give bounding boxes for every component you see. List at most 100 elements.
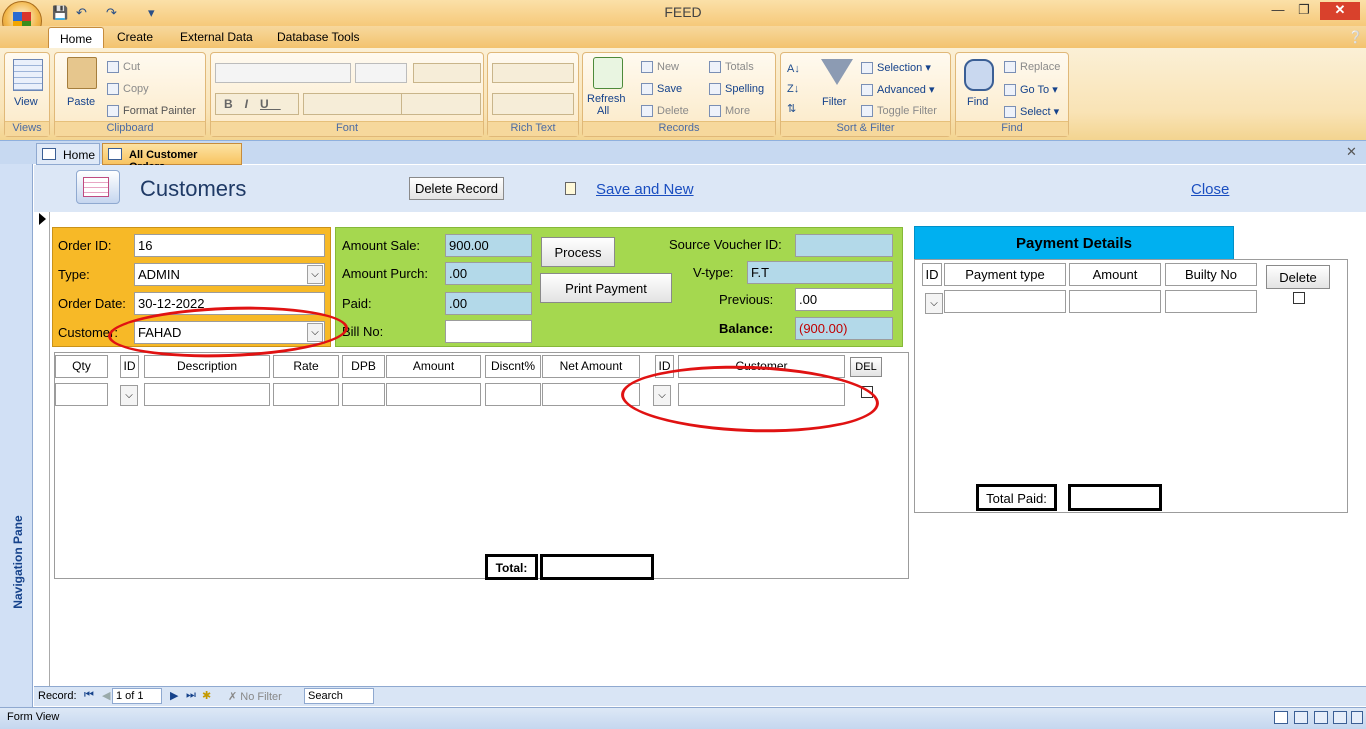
tab-create[interactable]: Create bbox=[117, 30, 153, 44]
font-name-select[interactable] bbox=[215, 63, 351, 83]
layout-view-icon[interactable] bbox=[1314, 711, 1328, 724]
total-paid-field[interactable] bbox=[1068, 484, 1162, 511]
restore-icon[interactable]: ❐ bbox=[1292, 2, 1316, 20]
payment-amount-cell[interactable] bbox=[1069, 290, 1161, 313]
source-voucher-field[interactable] bbox=[795, 234, 893, 257]
balance-field[interactable]: (900.00) bbox=[795, 317, 893, 340]
font-size-select[interactable] bbox=[355, 63, 407, 83]
more-button[interactable]: More bbox=[709, 105, 750, 118]
save-and-new-link[interactable]: Save and New bbox=[596, 181, 694, 198]
payment-details-title: Payment Details bbox=[914, 226, 1234, 260]
del-button[interactable]: DEL bbox=[850, 357, 882, 377]
close-link[interactable]: Close bbox=[1191, 181, 1229, 198]
toggle-filter-button[interactable]: Toggle Filter bbox=[861, 105, 937, 118]
spelling-button[interactable]: Spelling bbox=[709, 83, 764, 96]
replace-button[interactable]: Replace bbox=[1004, 61, 1060, 74]
format-painter-button[interactable]: Format Painter bbox=[107, 105, 196, 118]
advanced-button[interactable]: Advanced ▾ bbox=[861, 83, 935, 97]
delete-record-button[interactable]: Delete Record bbox=[409, 177, 504, 200]
amount-sale-field[interactable]: 900.00 bbox=[445, 234, 532, 257]
dpb-cell[interactable] bbox=[342, 383, 385, 406]
qty-cell[interactable] bbox=[55, 383, 108, 406]
filter-icon bbox=[821, 59, 853, 85]
paste-button[interactable]: Paste bbox=[67, 96, 95, 108]
pivot-view-icon[interactable] bbox=[1333, 711, 1347, 724]
find-button[interactable]: Find bbox=[967, 96, 988, 108]
close-tab-icon[interactable]: ✕ bbox=[1346, 144, 1357, 160]
first-record-icon[interactable]: ⏮ bbox=[84, 689, 94, 702]
amount-purch-field[interactable]: .00 bbox=[445, 262, 532, 285]
redo-icon[interactable]: ↷ bbox=[106, 5, 117, 21]
no-filter-button[interactable]: ✗ No Filter bbox=[228, 690, 282, 703]
design-view-icon[interactable] bbox=[1351, 711, 1363, 724]
doctab-all-customer-orders[interactable]: All Customer Orders bbox=[102, 143, 242, 173]
payment-delete-checkbox[interactable] bbox=[1293, 292, 1305, 304]
select-button[interactable]: Select ▾ bbox=[1004, 105, 1059, 119]
sort-icons[interactable]: A↓ Z↓ ⇅ bbox=[787, 59, 805, 119]
help-icon[interactable]: ❔ bbox=[1348, 30, 1363, 44]
tab-external-data[interactable]: External Data bbox=[180, 30, 253, 44]
vtype-field[interactable]: F.T bbox=[747, 261, 893, 284]
more-icon bbox=[709, 105, 721, 118]
payment-delete-button[interactable]: Delete bbox=[1266, 265, 1330, 289]
type-combo[interactable]: ADMIN ⌵ bbox=[134, 263, 325, 286]
bold-italic-underline-buttons[interactable]: BIU bbox=[215, 93, 299, 115]
save-record-button[interactable]: Save bbox=[641, 83, 682, 96]
gridlines-buttons[interactable] bbox=[401, 93, 481, 115]
selection-button[interactable]: Selection ▾ bbox=[861, 61, 931, 75]
order-id-field[interactable]: 16 bbox=[134, 234, 325, 257]
paid-field[interactable]: .00 bbox=[445, 292, 532, 315]
print-payment-button[interactable]: Print Payment bbox=[540, 273, 672, 303]
total-paid-label: Total Paid: bbox=[976, 484, 1057, 511]
cut-button[interactable]: Cut bbox=[107, 61, 140, 74]
view-button[interactable]: View bbox=[14, 96, 38, 108]
save-icon[interactable]: 💾 bbox=[52, 5, 68, 21]
totals-button[interactable]: Totals bbox=[709, 61, 754, 74]
font-color-buttons[interactable] bbox=[303, 93, 413, 115]
item-id-dropdown[interactable]: ⌵ bbox=[120, 385, 138, 406]
delete-record-ribbon-button[interactable]: Delete bbox=[641, 105, 689, 118]
undo-icon[interactable]: ↶ bbox=[76, 5, 87, 21]
col-header-description: Description bbox=[144, 355, 270, 378]
ribbon-tabs: Home Create External Data Database Tools… bbox=[0, 26, 1366, 49]
form-view-icon[interactable] bbox=[1274, 711, 1288, 724]
payment-type-cell[interactable] bbox=[944, 290, 1066, 313]
new-record-icon[interactable]: ✱ bbox=[202, 689, 211, 702]
tab-database-tools[interactable]: Database Tools bbox=[277, 30, 360, 44]
customize-toolbar-icon[interactable]: ▾ bbox=[148, 5, 155, 21]
datasheet-view-icon[interactable] bbox=[1294, 711, 1308, 724]
refresh-icon bbox=[593, 57, 623, 89]
copy-button[interactable]: Copy bbox=[107, 83, 149, 96]
record-selector[interactable] bbox=[34, 212, 50, 686]
payment-builty-cell[interactable] bbox=[1165, 290, 1257, 313]
record-position-field[interactable]: 1 of 1 bbox=[112, 688, 162, 704]
items-total-field[interactable] bbox=[540, 554, 654, 580]
previous-field[interactable]: .00 bbox=[795, 288, 893, 311]
goto-button[interactable]: Go To ▾ bbox=[1004, 83, 1058, 97]
last-record-icon[interactable]: ⏭ bbox=[186, 689, 196, 702]
title-bar: FEED 💾 ↶ ↷ ▾ — ❐ ✕ bbox=[0, 0, 1366, 26]
process-button[interactable]: Process bbox=[541, 237, 615, 267]
payment-id-dropdown[interactable]: ⌵ bbox=[925, 293, 943, 314]
rate-cell[interactable] bbox=[273, 383, 339, 406]
indent-buttons[interactable] bbox=[492, 63, 574, 83]
description-cell[interactable] bbox=[144, 383, 270, 406]
doctab-home[interactable]: Home bbox=[36, 143, 100, 165]
prev-record-icon[interactable]: ◀ bbox=[102, 689, 110, 702]
filter-button[interactable]: Filter bbox=[822, 96, 846, 108]
new-record-button[interactable]: New bbox=[641, 61, 679, 74]
minimize-icon[interactable]: — bbox=[1266, 2, 1290, 20]
tab-home[interactable]: Home bbox=[48, 27, 105, 49]
discount-cell[interactable] bbox=[485, 383, 541, 406]
next-record-icon[interactable]: ▶ bbox=[170, 689, 178, 702]
refresh-button[interactable]: Refresh bbox=[587, 93, 626, 105]
close-window-icon[interactable]: ✕ bbox=[1320, 2, 1360, 20]
bill-no-field[interactable] bbox=[445, 320, 532, 343]
list-buttons[interactable] bbox=[492, 93, 574, 115]
chevron-down-icon[interactable]: ⌵ bbox=[307, 265, 323, 284]
col-header-dpb: DPB bbox=[342, 355, 385, 378]
align-buttons[interactable] bbox=[413, 63, 481, 83]
search-input[interactable]: Search bbox=[304, 688, 374, 704]
amount-cell[interactable] bbox=[386, 383, 481, 406]
navigation-pane[interactable]: » Navigation Pane bbox=[0, 140, 33, 707]
